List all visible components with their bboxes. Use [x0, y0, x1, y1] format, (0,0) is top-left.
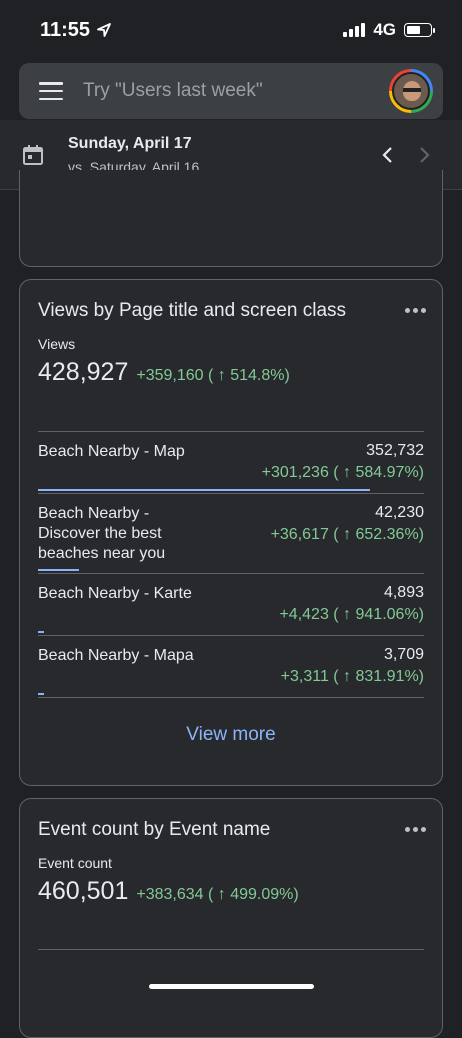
- metric-summary: 460,501 +383,634 ( ↑ 499.09%): [38, 877, 299, 906]
- event-count-card: Event count by Event name Event count 46…: [19, 798, 443, 1038]
- row-name: Beach Nearby - Map: [38, 443, 185, 460]
- home-indicator[interactable]: [149, 984, 314, 989]
- table-row[interactable]: Beach Nearby - Mapa 3,709 +3,311 ( ↑ 831…: [38, 636, 424, 698]
- hamburger-menu-icon[interactable]: [39, 82, 63, 100]
- table-row[interactable]: Beach Nearby - Map 352,732 +301,236 ( ↑ …: [38, 432, 424, 494]
- location-arrow-icon: [97, 23, 111, 37]
- row-value: 3,709: [383, 646, 424, 663]
- network-type: 4G: [373, 20, 396, 39]
- table-divider: [38, 949, 424, 950]
- search-input[interactable]: Try "Users last week": [83, 80, 389, 102]
- metric-label: Views: [38, 336, 76, 352]
- row-delta: +36,617 ( ↑ 652.36%): [270, 526, 424, 543]
- chevron-left-icon: [382, 146, 392, 163]
- previous-date-button[interactable]: [370, 137, 406, 173]
- row-name: Beach Nearby - Karte: [38, 585, 192, 602]
- date-range-text[interactable]: Sunday, April 17 vs. Saturday, April 16: [68, 135, 370, 175]
- metric-delta: +359,160 ( ↑ 514.8%): [136, 367, 290, 384]
- battery-icon: [404, 23, 435, 37]
- account-avatar[interactable]: [389, 69, 433, 113]
- row-value: 4,893: [383, 584, 424, 601]
- row-share-bar: [38, 631, 44, 633]
- card-title: Views by Page title and screen class: [38, 300, 347, 321]
- chevron-right-icon: [420, 146, 430, 163]
- profile-photo: [392, 72, 430, 110]
- previous-card: [19, 170, 443, 267]
- row-share-bar: [38, 489, 370, 491]
- date-primary: Sunday, April 17: [68, 134, 192, 152]
- more-options-icon[interactable]: [405, 827, 426, 832]
- card-title: Event count by Event name: [38, 819, 271, 840]
- table-row[interactable]: Beach Nearby - Karte 4,893 +4,423 ( ↑ 94…: [38, 574, 424, 636]
- row-name: Beach Nearby - Mapa: [38, 647, 194, 664]
- more-options-icon[interactable]: [405, 308, 426, 313]
- row-name: Beach Nearby - Discover the best beaches…: [38, 505, 166, 562]
- views-table: Beach Nearby - Map 352,732 +301,236 ( ↑ …: [38, 431, 424, 698]
- status-indicators: 4G: [343, 20, 435, 40]
- view-more-link[interactable]: View more: [20, 724, 442, 746]
- metric-label: Event count: [38, 855, 112, 871]
- row-share-bar: [38, 569, 80, 571]
- time-text: 11:55: [40, 18, 91, 41]
- metric-value: 460,501: [38, 877, 129, 905]
- metric-value: 428,927: [38, 358, 129, 386]
- metric-summary: 428,927 +359,160 ( ↑ 514.8%): [38, 358, 290, 387]
- table-row[interactable]: Beach Nearby - Discover the best beaches…: [38, 494, 424, 574]
- cellular-signal-icon: [343, 23, 366, 37]
- row-value: 352,732: [366, 442, 424, 459]
- calendar-icon[interactable]: [22, 144, 44, 166]
- row-delta: +3,311 ( ↑ 831.91%): [280, 668, 424, 685]
- search-bar[interactable]: Try "Users last week": [19, 63, 443, 119]
- metric-delta: +383,634 ( ↑ 499.09%): [136, 886, 299, 903]
- status-time: 11:55: [40, 19, 112, 42]
- row-value: 42,230: [375, 504, 424, 521]
- next-date-button[interactable]: [406, 137, 442, 173]
- row-delta: +301,236 ( ↑ 584.97%): [261, 464, 424, 481]
- views-by-page-card: Views by Page title and screen class Vie…: [19, 279, 443, 786]
- row-share-bar: [38, 693, 44, 695]
- row-delta: +4,423 ( ↑ 941.06%): [279, 606, 424, 623]
- status-bar: 11:55 4G: [0, 0, 462, 60]
